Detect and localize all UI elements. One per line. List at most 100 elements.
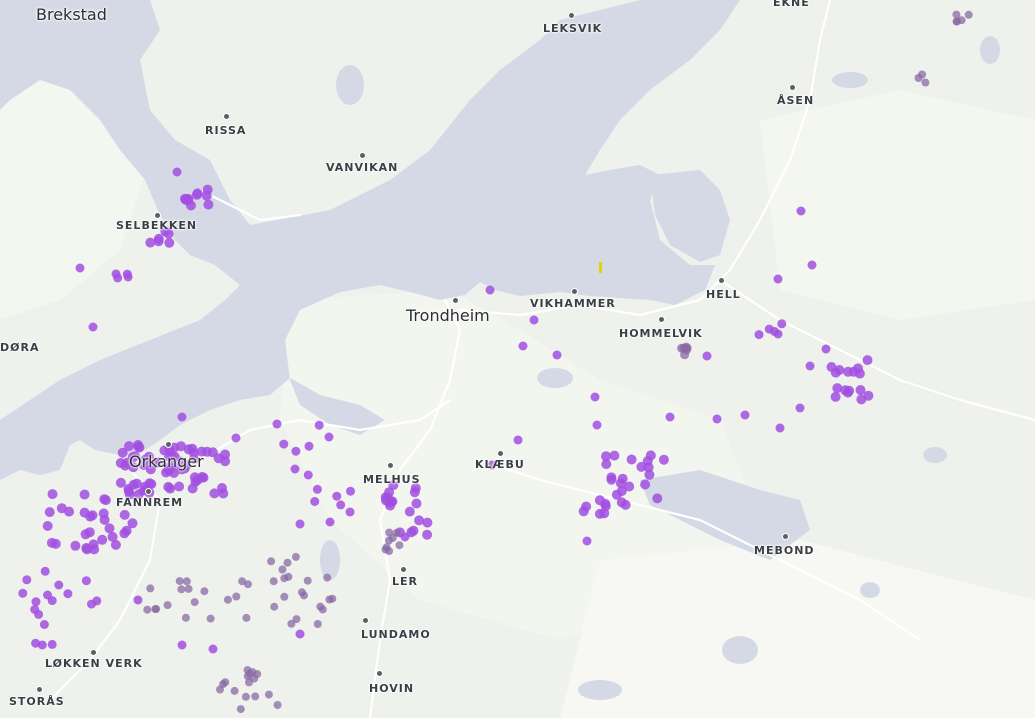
data-point[interactable] bbox=[601, 451, 611, 462]
data-point[interactable] bbox=[332, 491, 342, 501]
data-point[interactable] bbox=[314, 420, 324, 430]
data-point[interactable] bbox=[830, 367, 841, 378]
data-point[interactable] bbox=[832, 383, 843, 394]
data-point[interactable] bbox=[267, 557, 276, 566]
data-point[interactable] bbox=[279, 439, 289, 449]
data-point[interactable] bbox=[269, 577, 278, 586]
data-point[interactable] bbox=[325, 517, 335, 527]
data-point[interactable] bbox=[529, 315, 539, 325]
data-point[interactable] bbox=[181, 613, 190, 622]
data-point[interactable] bbox=[409, 487, 420, 498]
data-point[interactable] bbox=[37, 640, 47, 650]
data-point[interactable] bbox=[163, 601, 172, 610]
data-point[interactable] bbox=[795, 403, 805, 413]
data-point[interactable] bbox=[31, 597, 41, 607]
data-point[interactable] bbox=[40, 566, 50, 576]
data-point[interactable] bbox=[830, 391, 841, 402]
map-canvas[interactable]: Brekstad LEKSVIK EKNE ÅSEN RISSA VANVIKA… bbox=[0, 0, 1035, 718]
data-point[interactable] bbox=[388, 533, 397, 542]
data-point[interactable] bbox=[644, 469, 655, 480]
data-point[interactable] bbox=[47, 639, 57, 649]
data-point[interactable] bbox=[856, 394, 867, 405]
data-point[interactable] bbox=[702, 351, 712, 361]
data-point[interactable] bbox=[395, 541, 404, 550]
data-point[interactable] bbox=[34, 609, 44, 619]
data-point[interactable] bbox=[107, 531, 118, 542]
data-point[interactable] bbox=[312, 484, 322, 494]
data-point[interactable] bbox=[201, 190, 212, 201]
data-point[interactable] bbox=[128, 479, 139, 490]
data-point[interactable] bbox=[133, 595, 143, 605]
data-point[interactable] bbox=[221, 678, 230, 687]
data-point[interactable] bbox=[642, 456, 653, 466]
data-point[interactable] bbox=[42, 521, 53, 531]
data-point[interactable] bbox=[230, 686, 239, 695]
data-point[interactable] bbox=[617, 473, 628, 484]
data-point[interactable] bbox=[422, 529, 433, 540]
data-point[interactable] bbox=[18, 588, 28, 598]
data-point[interactable] bbox=[206, 614, 215, 623]
data-point[interactable] bbox=[47, 489, 58, 500]
data-point[interactable] bbox=[297, 588, 306, 597]
data-point[interactable] bbox=[304, 441, 314, 451]
data-point[interactable] bbox=[345, 507, 355, 517]
data-point[interactable] bbox=[119, 528, 130, 539]
data-point[interactable] bbox=[411, 498, 422, 509]
data-point[interactable] bbox=[414, 515, 425, 526]
data-point[interactable] bbox=[764, 324, 774, 334]
data-point[interactable] bbox=[146, 584, 155, 593]
data-point[interactable] bbox=[113, 273, 123, 283]
data-point[interactable] bbox=[208, 644, 218, 654]
data-point[interactable] bbox=[921, 78, 930, 87]
data-point[interactable] bbox=[303, 576, 312, 585]
data-point[interactable] bbox=[952, 17, 961, 26]
data-point[interactable] bbox=[84, 527, 95, 538]
data-point[interactable] bbox=[104, 523, 115, 534]
data-point[interactable] bbox=[165, 483, 176, 494]
data-point[interactable] bbox=[291, 552, 300, 561]
data-point[interactable] bbox=[75, 263, 85, 273]
data-point[interactable] bbox=[552, 350, 562, 360]
data-point[interactable] bbox=[681, 342, 691, 352]
data-point[interactable] bbox=[242, 613, 251, 622]
data-point[interactable] bbox=[400, 532, 410, 542]
data-point[interactable] bbox=[283, 558, 292, 567]
data-point[interactable] bbox=[192, 474, 203, 485]
data-point[interactable] bbox=[775, 423, 785, 433]
data-point[interactable] bbox=[182, 577, 191, 586]
data-point[interactable] bbox=[842, 387, 853, 398]
data-point[interactable] bbox=[796, 206, 806, 216]
data-point[interactable] bbox=[821, 344, 831, 354]
data-point[interactable] bbox=[241, 692, 250, 701]
data-point[interactable] bbox=[592, 420, 602, 430]
data-point[interactable] bbox=[180, 194, 191, 205]
data-point[interactable] bbox=[56, 503, 67, 514]
data-point[interactable] bbox=[115, 477, 126, 488]
data-point[interactable] bbox=[626, 454, 637, 465]
data-point[interactable] bbox=[191, 189, 202, 200]
data-point[interactable] bbox=[217, 483, 227, 493]
data-point[interactable] bbox=[164, 237, 175, 248]
data-point[interactable] bbox=[63, 589, 73, 599]
data-point[interactable] bbox=[680, 350, 690, 360]
data-point[interactable] bbox=[85, 511, 96, 522]
data-point[interactable] bbox=[712, 414, 722, 424]
data-point[interactable] bbox=[807, 260, 817, 270]
data-point[interactable] bbox=[328, 594, 337, 603]
data-point[interactable] bbox=[127, 518, 138, 529]
data-point[interactable] bbox=[177, 585, 186, 594]
data-point[interactable] bbox=[324, 432, 334, 442]
data-point[interactable] bbox=[310, 497, 320, 506]
data-point[interactable] bbox=[385, 500, 396, 511]
data-point[interactable] bbox=[177, 640, 187, 650]
data-point[interactable] bbox=[384, 487, 395, 498]
data-point[interactable] bbox=[313, 620, 322, 628]
data-point[interactable] bbox=[280, 592, 289, 601]
data-point[interactable] bbox=[97, 534, 108, 545]
data-point[interactable] bbox=[291, 446, 301, 456]
data-point[interactable] bbox=[87, 599, 96, 609]
data-point[interactable] bbox=[658, 454, 669, 465]
data-point[interactable] bbox=[862, 355, 873, 366]
data-point[interactable] bbox=[200, 587, 209, 596]
data-point[interactable] bbox=[174, 481, 185, 492]
